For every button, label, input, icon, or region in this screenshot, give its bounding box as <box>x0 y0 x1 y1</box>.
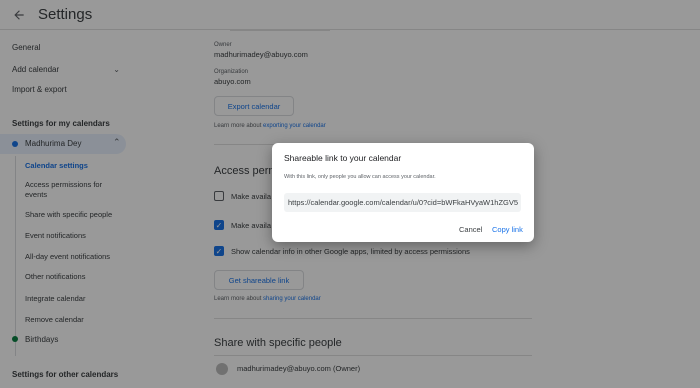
cancel-button[interactable]: Cancel <box>459 225 482 234</box>
dialog-description: With this link, only people you allow ca… <box>284 174 436 180</box>
copy-link-button[interactable]: Copy link <box>492 225 523 234</box>
shareable-link-field[interactable]: https://calendar.google.com/calendar/u/0… <box>284 193 521 212</box>
shareable-link-dialog: Shareable link to your calendar With thi… <box>272 143 534 242</box>
dialog-title: Shareable link to your calendar <box>284 153 402 163</box>
